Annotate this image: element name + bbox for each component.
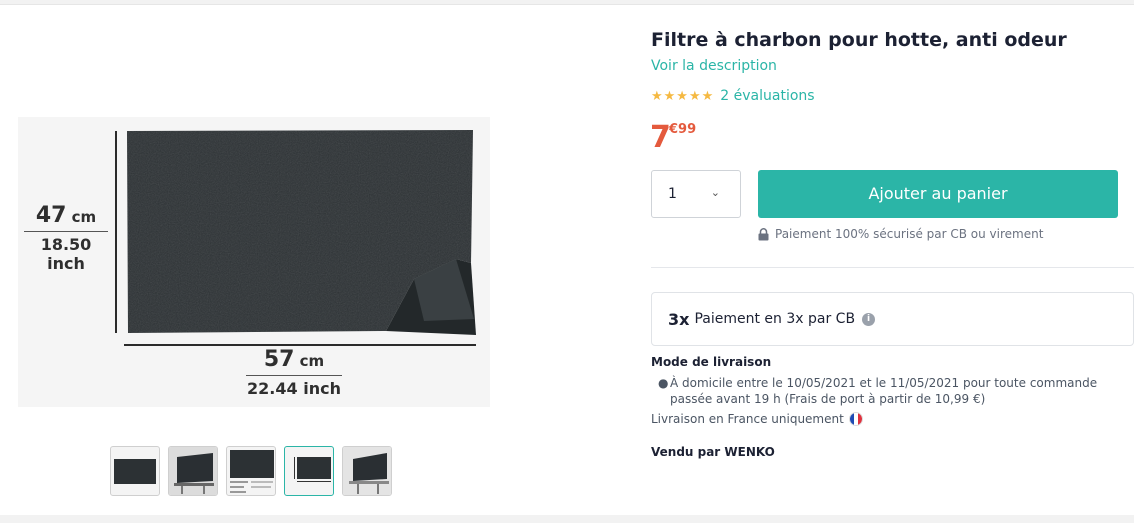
shipping-option-text: À domicile entre le 10/05/2021 et le 11/… [670, 376, 1098, 406]
charcoal-filter-illustration [127, 130, 476, 335]
width-dimension-label: 57 cm 22.44 inch [244, 347, 344, 398]
width-cm-value: 57 [263, 347, 295, 372]
installment-payment-option[interactable]: 3x Paiement en 3x par CB i [651, 292, 1134, 346]
rating-count-link[interactable]: 2 évaluations [720, 88, 814, 104]
quantity-select[interactable]: 1 ⌄ [651, 170, 741, 218]
bullet-icon: ● [658, 376, 669, 390]
product-rating[interactable]: ★★★★★ 2 évaluations [651, 88, 815, 104]
shipping-option-item: ● À domicile entre le 10/05/2021 et le 1… [658, 375, 1118, 407]
secure-payment-text: Paiement 100% sécurisé par CB ou viremen… [775, 227, 1044, 241]
shipping-title: Mode de livraison [651, 355, 772, 369]
view-description-link[interactable]: Voir la description [651, 58, 777, 74]
add-to-cart-button[interactable]: Ajouter au panier [758, 170, 1118, 218]
thumbnail-5[interactable] [342, 446, 392, 496]
installment-label: Paiement en 3x par CB [694, 311, 856, 327]
product-price: 7 €99 [650, 120, 696, 155]
quantity-value: 1 [668, 186, 677, 202]
price-decimal: €99 [669, 122, 697, 137]
product-title: Filtre à charbon pour hotte, anti odeur [651, 29, 1067, 51]
france-flag-icon [848, 412, 863, 426]
width-dimension-line [124, 344, 476, 346]
product-card: 47 cm 18.50 inch 57 cm 22.44 inch Filtre… [0, 4, 1134, 515]
thumbnail-1[interactable] [110, 446, 160, 496]
info-icon[interactable]: i [862, 312, 876, 326]
rating-stars-icon: ★★★★★ [651, 88, 715, 104]
installment-badge: 3x [668, 309, 690, 329]
width-inch-value: 22.44 inch [247, 379, 341, 398]
height-dimension-label: 47 cm 18.50 inch [22, 203, 110, 273]
secure-payment-note: Paiement 100% sécurisé par CB ou viremen… [758, 227, 1043, 241]
price-integer: 7 [650, 120, 671, 155]
shipping-note-text: Livraison en France uniquement [651, 412, 844, 426]
thumbnail-2[interactable] [168, 446, 218, 496]
height-cm-unit: cm [71, 208, 97, 226]
height-inch-value: 18.50 inch [40, 235, 92, 273]
height-dimension-line [115, 131, 117, 333]
section-divider [651, 267, 1134, 268]
chevron-down-icon: ⌄ [710, 186, 720, 199]
thumbnail-strip [110, 446, 392, 496]
lock-icon [758, 227, 769, 240]
product-main-image[interactable]: 47 cm 18.50 inch 57 cm 22.44 inch [18, 117, 490, 407]
height-cm-value: 47 [35, 203, 67, 228]
thumbnail-4[interactable] [284, 446, 334, 496]
shipping-note: Livraison en France uniquement [651, 412, 863, 426]
width-cm-unit: cm [299, 352, 325, 370]
thumbnail-3[interactable] [226, 446, 276, 496]
seller-name: Vendu par WENKO [651, 445, 775, 459]
